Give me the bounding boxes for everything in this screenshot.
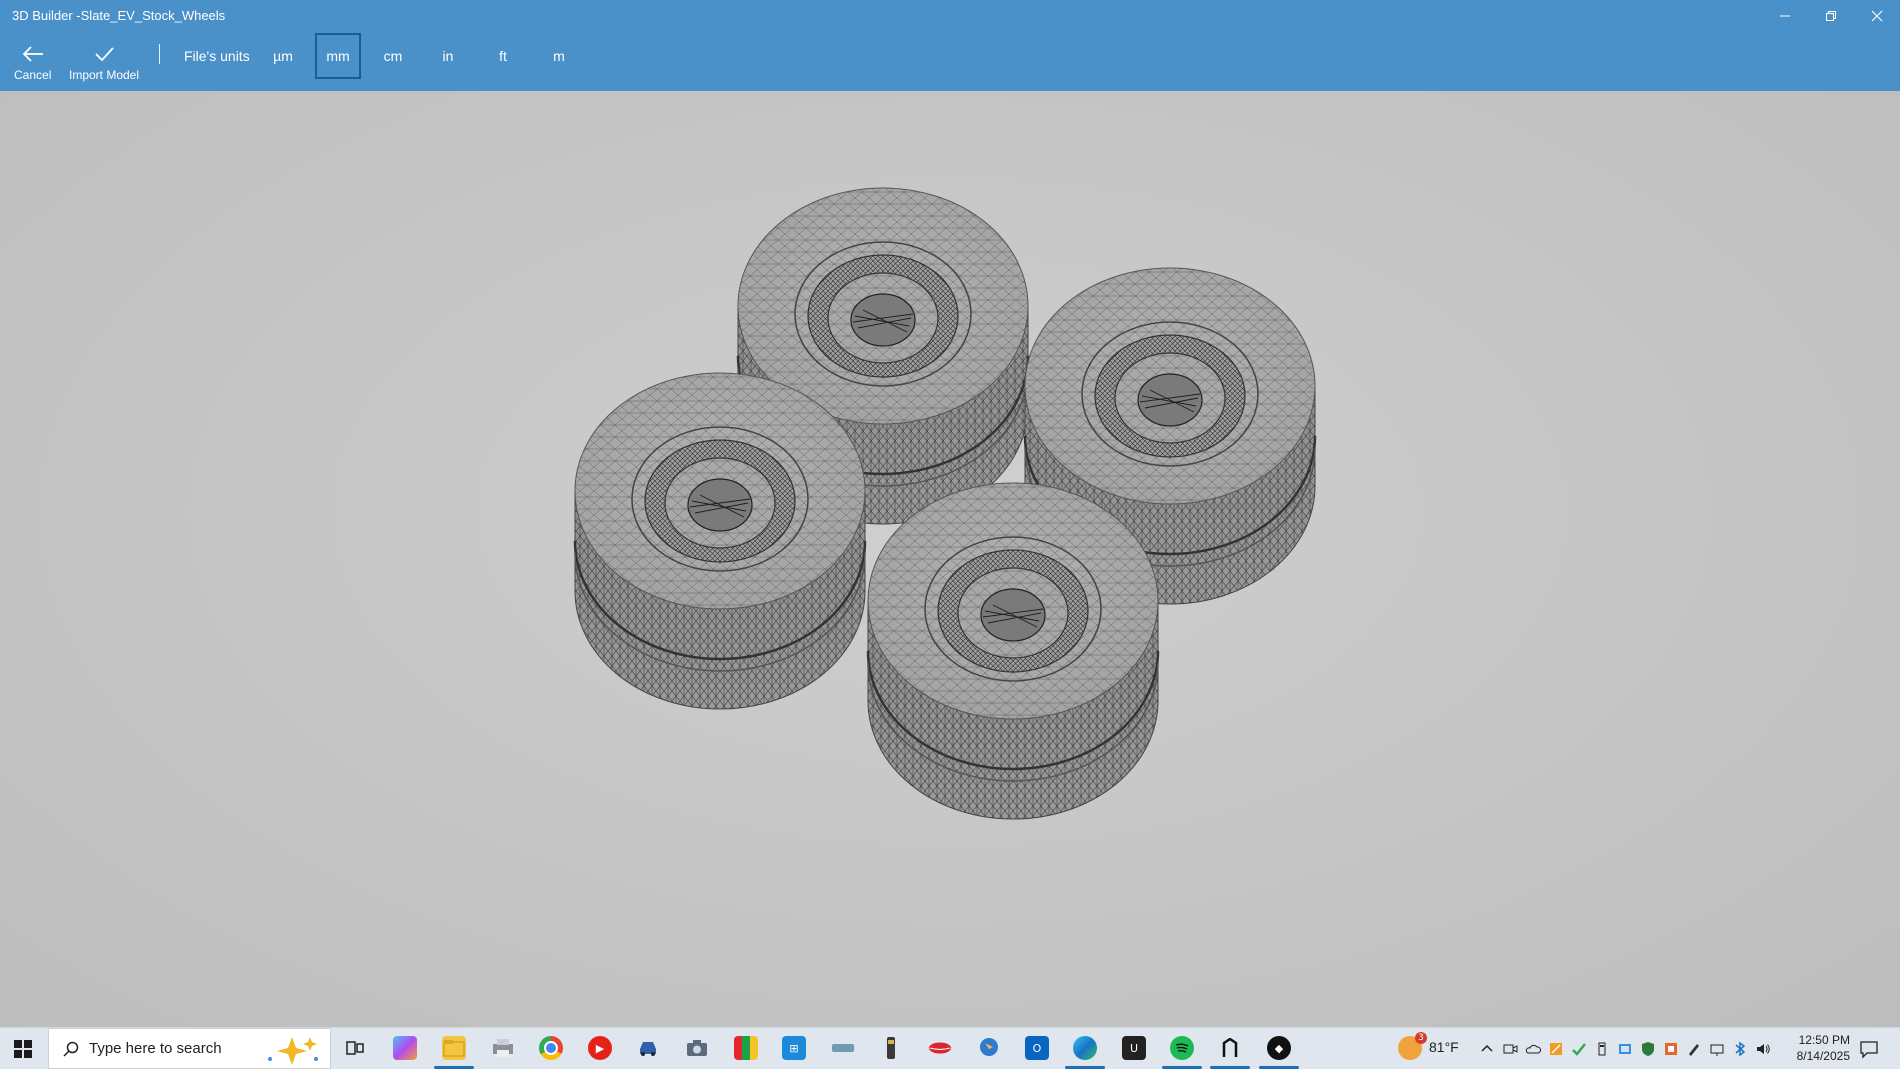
unit-meter-button[interactable]: m	[536, 33, 582, 79]
unit-foot-button[interactable]: ft	[480, 33, 526, 79]
network-device-icon[interactable]	[1617, 1041, 1633, 1057]
unit-centimeter-button[interactable]: cm	[370, 33, 416, 79]
notification-center-icon[interactable]	[1859, 1039, 1879, 1059]
back-arrow-icon	[22, 46, 43, 62]
taskbar: ▶ ⊞ O U ◆ 3 81°F 12	[0, 1027, 1900, 1069]
security-shield-icon[interactable]	[1640, 1041, 1656, 1057]
youtube-music-icon[interactable]: ▶	[588, 1036, 612, 1060]
app-header: 3D Builder -Slate_EV_Stock_Wheels Cancel…	[0, 0, 1900, 91]
spotify-icon[interactable]	[1170, 1036, 1194, 1060]
minimize-icon	[1780, 15, 1790, 17]
close-icon	[1871, 10, 1883, 22]
taskbar-search[interactable]	[48, 1028, 331, 1069]
weather-temperature[interactable]: 81°F	[1429, 1039, 1459, 1055]
printer-app-icon[interactable]	[491, 1036, 515, 1060]
restore-button[interactable]	[1808, 0, 1854, 32]
network-icon[interactable]	[1709, 1041, 1725, 1057]
lips-app-icon[interactable]	[928, 1036, 952, 1060]
toolbar-divider	[159, 44, 160, 64]
import-model-label: Import Model	[69, 68, 140, 82]
search-icon	[63, 1041, 79, 1057]
store-app-icon[interactable]: ⊞	[782, 1036, 806, 1060]
window-controls	[1762, 0, 1900, 32]
camera-icon[interactable]	[685, 1036, 709, 1060]
wheel-left[interactable]	[573, 371, 867, 711]
window-title: 3D Builder -Slate_EV_Stock_Wheels	[12, 8, 226, 23]
restore-icon	[1826, 11, 1836, 21]
checkmark-icon	[95, 47, 114, 62]
usb-device-icon[interactable]	[1594, 1041, 1610, 1057]
unit-inch-button[interactable]: in	[425, 33, 471, 79]
minimize-button[interactable]	[1762, 0, 1808, 32]
start-button[interactable]	[0, 1028, 46, 1069]
pen-tray-icon[interactable]	[1548, 1041, 1564, 1057]
car-app-icon[interactable]	[636, 1036, 660, 1060]
office-tray-icon[interactable]	[1663, 1041, 1679, 1057]
maps-app-icon[interactable]	[977, 1036, 1001, 1060]
unit-millimeter-button[interactable]: mm	[315, 33, 361, 79]
windows-logo-icon	[14, 1039, 32, 1058]
taskbar-clock[interactable]: 12:50 PM 8/14/2025	[1782, 1032, 1850, 1064]
weather-sun-icon[interactable]: 3	[1398, 1032, 1427, 1060]
import-model-button[interactable]: Import Model	[69, 43, 139, 82]
search-input[interactable]	[87, 1039, 271, 1058]
task-view-icon[interactable]	[343, 1036, 367, 1060]
onedrive-icon[interactable]	[1525, 1041, 1541, 1057]
pen-menu-icon[interactable]	[1686, 1041, 1702, 1057]
weather-badge: 3	[1415, 1032, 1427, 1044]
flashlight-app-icon[interactable]	[879, 1036, 903, 1060]
unity-app-icon[interactable]: U	[1122, 1036, 1146, 1060]
import-toolbar: Cancel Import Model File's units µm mm c…	[0, 33, 1900, 91]
chrome-icon[interactable]	[539, 1036, 563, 1060]
volume-icon[interactable]	[1755, 1041, 1771, 1057]
wheel-bottom[interactable]	[866, 481, 1160, 821]
copilot-sparkle-icon[interactable]	[262, 1035, 322, 1065]
capcut-icon[interactable]: ◆	[1267, 1036, 1291, 1060]
outlook-icon[interactable]: O	[1025, 1036, 1049, 1060]
cancel-button[interactable]: Cancel	[14, 43, 51, 82]
cancel-label: Cancel	[14, 68, 52, 82]
clock-date: 8/14/2025	[1796, 1049, 1850, 1063]
device-app-icon[interactable]	[831, 1036, 855, 1060]
check-tray-icon[interactable]	[1571, 1041, 1587, 1057]
wheels-model[interactable]	[0, 91, 1900, 1027]
edge-icon[interactable]	[1073, 1036, 1097, 1060]
file-units-label: File's units	[184, 48, 250, 64]
tetris-app-icon[interactable]	[734, 1036, 758, 1060]
close-button[interactable]	[1854, 0, 1900, 32]
copilot-icon[interactable]	[393, 1036, 417, 1060]
3d-viewport[interactable]	[0, 91, 1900, 1027]
meet-now-icon[interactable]	[1502, 1041, 1518, 1057]
3d-builder-icon[interactable]	[1218, 1036, 1242, 1060]
bluetooth-icon[interactable]	[1732, 1041, 1748, 1057]
file-explorer-icon[interactable]	[442, 1036, 466, 1060]
clock-time: 12:50 PM	[1798, 1033, 1850, 1047]
show-hidden-icons-chevron-icon[interactable]	[1479, 1041, 1495, 1057]
unit-micrometer-button[interactable]: µm	[260, 33, 306, 79]
